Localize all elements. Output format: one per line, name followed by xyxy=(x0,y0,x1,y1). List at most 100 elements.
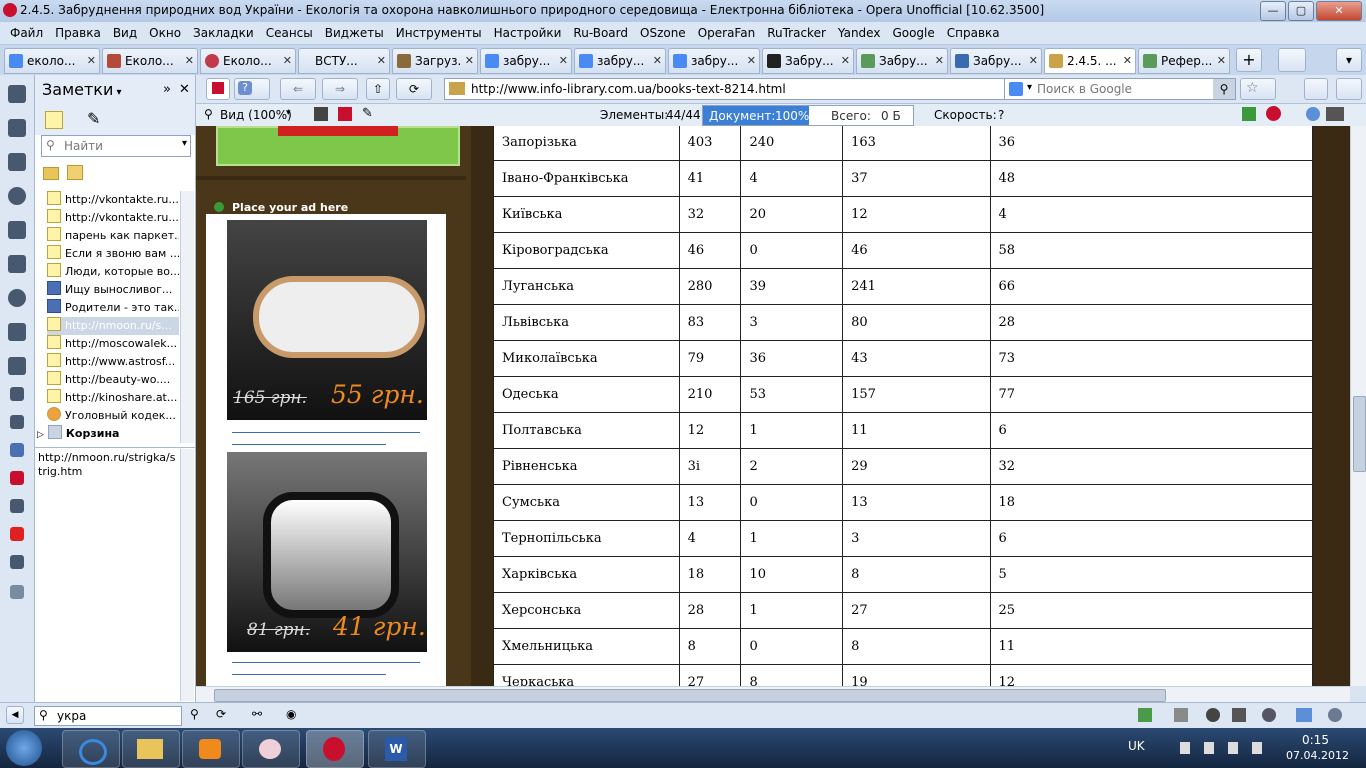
taskbar-media[interactable] xyxy=(182,730,240,768)
note-item[interactable]: http://kinoshare.at... xyxy=(47,389,179,407)
menu-edit[interactable]: Правка xyxy=(49,22,107,44)
menu-google[interactable]: Google xyxy=(886,22,940,44)
tab-close-icon[interactable]: ✕ xyxy=(747,49,756,73)
unite-icon[interactable]: ◉ xyxy=(286,707,296,721)
adobe-icon[interactable] xyxy=(206,78,230,100)
tab-12-active[interactable]: 2.4.5. ... ✕ xyxy=(1044,48,1136,74)
scroll-thumb[interactable] xyxy=(214,689,1166,702)
tab-8[interactable]: забру... ✕ xyxy=(668,48,760,74)
info-panel-icon[interactable] xyxy=(8,323,26,341)
tab-4[interactable]: ВСТУ... ✕ xyxy=(298,48,390,74)
star-icon[interactable] xyxy=(10,499,24,513)
collapse-icon[interactable]: » xyxy=(163,75,171,105)
notes-panel-icon[interactable] xyxy=(8,119,26,137)
up-arrow-icon[interactable] xyxy=(1242,107,1256,121)
find-input[interactable]: ⚲ укра xyxy=(34,706,182,726)
page-horizontal-scrollbar[interactable] xyxy=(196,686,1350,703)
tab-10[interactable]: Забру... ✕ xyxy=(856,48,948,74)
search-icon[interactable]: ⚲ xyxy=(1213,79,1235,99)
ring-ad-image[interactable]: 81 грн. 41 грн. xyxy=(227,452,427,652)
downloads-panel-icon[interactable] xyxy=(8,153,26,171)
bookmark-star-button[interactable]: ☆ xyxy=(1240,78,1276,100)
menu-window[interactable]: Окно xyxy=(143,22,187,44)
bracelet-ad-image[interactable]: 165 грн. 55 грн. xyxy=(227,220,427,420)
note-item[interactable]: http://vkontakte.ru... xyxy=(47,209,179,227)
maximize-button[interactable]: ▢ xyxy=(1288,1,1314,21)
taskbar-opera[interactable] xyxy=(306,730,364,768)
up-button[interactable]: ⇧ xyxy=(366,78,390,100)
tab-close-icon[interactable]: ✕ xyxy=(841,49,850,73)
taskbar-explorer[interactable] xyxy=(122,730,180,768)
tab-close-icon[interactable]: ✕ xyxy=(559,49,568,73)
expand-icon[interactable]: ▷ xyxy=(37,430,44,440)
zoom-level[interactable]: Вид (100%) xyxy=(220,108,292,122)
network-icon[interactable] xyxy=(1204,742,1214,754)
menu-tools[interactable]: Инструменты xyxy=(390,22,488,44)
tab-close-icon[interactable]: ✕ xyxy=(377,49,386,73)
tab-1[interactable]: еколо... ✕ xyxy=(4,48,100,74)
share-icon[interactable]: ⚯ xyxy=(252,707,262,721)
links-panel-icon[interactable] xyxy=(8,221,26,239)
note-item[interactable]: http://beauty-wo.... xyxy=(47,371,179,389)
menu-file[interactable]: Файл xyxy=(0,22,49,44)
vkontakte-icon[interactable] xyxy=(10,443,24,457)
windows-panel-icon[interactable] xyxy=(8,255,26,273)
tab-7[interactable]: забру... ✕ xyxy=(574,48,666,74)
scroll-thumb[interactable] xyxy=(1353,396,1366,472)
tab-11[interactable]: Забру... ✕ xyxy=(950,48,1042,74)
back-button[interactable]: ⇐ xyxy=(280,78,316,100)
menu-widgets[interactable]: Виджеты xyxy=(319,22,390,44)
clock-date[interactable]: 07.04.2012 xyxy=(1286,749,1349,762)
menu-operafan[interactable]: OperaFan xyxy=(692,22,762,44)
close-icon[interactable]: ✕ xyxy=(179,75,190,105)
volume-icon[interactable] xyxy=(1252,742,1262,754)
tab-close-icon[interactable]: ✕ xyxy=(935,49,944,73)
note-preview-text[interactable]: http://nmoon.ru/strigka/strig.htm xyxy=(38,451,176,479)
note-item[interactable]: Уголовный кодек... xyxy=(47,407,179,425)
widget-icon[interactable] xyxy=(10,471,24,485)
folder-icon[interactable] xyxy=(43,167,59,180)
language-indicator[interactable]: UK xyxy=(1128,739,1145,753)
pen-icon[interactable]: ✎ xyxy=(362,106,373,121)
note-item-selected[interactable]: http://nmoon.ru/s... xyxy=(47,317,179,335)
widget-icon[interactable] xyxy=(10,387,24,401)
note-item[interactable]: Ищу выносливог... xyxy=(47,281,179,299)
site-icon[interactable] xyxy=(314,107,328,121)
menu-yandex[interactable]: Yandex xyxy=(832,22,887,44)
chevron-down-icon[interactable]: ▾ xyxy=(286,108,291,118)
notes-search-input[interactable]: ⚲ Найти ▾ xyxy=(41,135,191,157)
tab-close-icon[interactable]: ✕ xyxy=(87,49,96,73)
new-note-icon[interactable] xyxy=(45,111,63,129)
widget-icon[interactable] xyxy=(1296,708,1312,722)
chevron-down-icon[interactable]: ▾ xyxy=(182,138,187,149)
note-item[interactable]: Родители - это так... xyxy=(47,299,179,317)
add-panel-icon[interactable] xyxy=(10,585,24,599)
new-folder-icon[interactable] xyxy=(67,165,83,180)
menu-view[interactable]: Вид xyxy=(107,22,143,44)
tab-13[interactable]: Рефер... ✕ xyxy=(1138,48,1230,74)
panel-toggle-button[interactable]: ◀ xyxy=(6,706,24,724)
tool-button[interactable] xyxy=(1304,78,1328,100)
start-button[interactable] xyxy=(6,730,42,766)
widget-icon[interactable] xyxy=(1206,708,1220,722)
menu-help[interactable]: Справка xyxy=(941,22,1006,44)
note-item[interactable]: Если я звоню вам ... xyxy=(47,245,179,263)
tab-menu-button[interactable]: ▾ xyxy=(1336,48,1362,72)
info-icon[interactable] xyxy=(1262,708,1276,722)
menu-rutracker[interactable]: RuTracker xyxy=(761,22,832,44)
tray-icon[interactable] xyxy=(1228,742,1238,754)
note-item[interactable]: http://vkontakte.ru... xyxy=(47,191,179,209)
yandex-icon[interactable] xyxy=(10,527,24,541)
place-ad-link[interactable]: Place your ad here xyxy=(232,201,348,214)
tab-close-icon[interactable]: ✕ xyxy=(1123,49,1132,73)
widget-icon[interactable] xyxy=(10,415,24,429)
settings-panel-icon[interactable] xyxy=(8,357,26,375)
image-icon[interactable] xyxy=(1138,708,1152,722)
menu-sessions[interactable]: Сеансы xyxy=(260,22,319,44)
page-vertical-scrollbar[interactable] xyxy=(1350,126,1366,686)
tab-6[interactable]: забру... ✕ xyxy=(480,48,572,74)
tab-close-icon[interactable]: ✕ xyxy=(283,49,292,73)
trash-button[interactable] xyxy=(1278,48,1306,72)
note-item[interactable]: парень как паркет... xyxy=(47,227,179,245)
tab-close-icon[interactable]: ✕ xyxy=(185,49,194,73)
